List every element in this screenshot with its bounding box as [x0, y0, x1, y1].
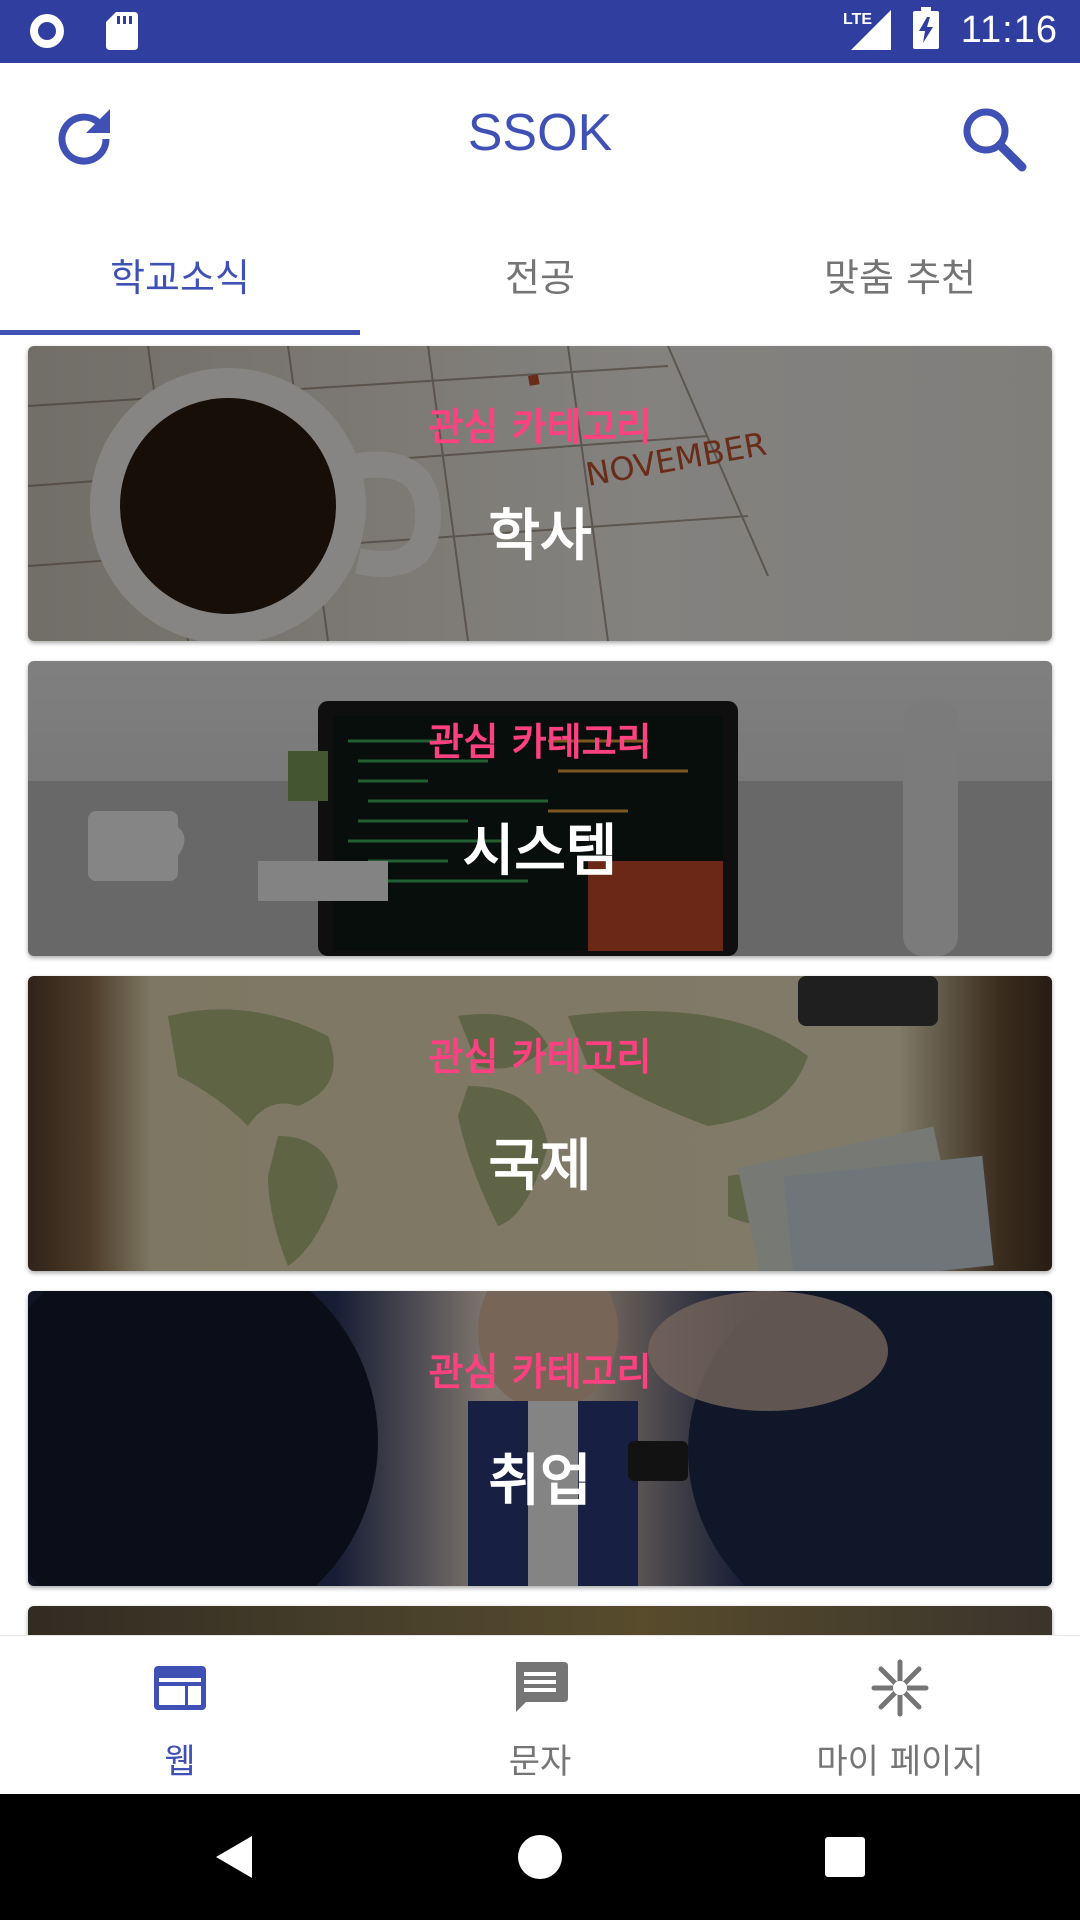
category-card[interactable]: 관심 카테고리 국제	[28, 976, 1052, 1271]
nav-message-label: 문자	[508, 1742, 572, 1782]
status-bar: LTE 11:16	[0, 0, 1080, 63]
back-button[interactable]	[210, 1832, 260, 1886]
nav-web-label: 웹	[164, 1742, 196, 1782]
record-icon	[28, 12, 66, 54]
status-time: 11:16	[960, 8, 1058, 51]
back-triangle-icon	[216, 1836, 252, 1878]
recents-button[interactable]	[820, 1832, 870, 1886]
system-navigation-bar	[0, 1794, 1080, 1920]
tab-recommend[interactable]: 맞춤 추천	[720, 213, 1080, 335]
card-subtitle: 관심 카테고리	[428, 1035, 652, 1079]
home-button[interactable]	[515, 1832, 565, 1886]
card-subtitle: 관심 카테고리	[428, 720, 652, 764]
message-icon	[516, 1662, 568, 1712]
card-title: 국제	[488, 1134, 592, 1199]
search-icon	[963, 108, 1027, 172]
card-title: 시스템	[462, 819, 618, 884]
app-bar: SSOK	[0, 63, 1080, 213]
tab-major[interactable]: 전공	[360, 213, 720, 335]
recents-square-icon	[825, 1837, 865, 1877]
nav-web[interactable]: 웹	[0, 1636, 360, 1794]
tab-school-news[interactable]: 학교소식	[0, 213, 360, 335]
category-list: NOVEMBER 관심 카테고리 학사 관심 카테고리 시스템 관심 카테고리 …	[0, 335, 1080, 1635]
card-overlay	[28, 1606, 1052, 1635]
asterisk-icon	[871, 1659, 929, 1717]
bottom-navigation: 웹 문자 마이 페이지	[0, 1635, 1080, 1794]
nav-message[interactable]: 문자	[360, 1636, 720, 1794]
card-subtitle: 관심 카테고리	[428, 1350, 652, 1394]
app-title: SSOK	[467, 104, 613, 162]
web-icon	[154, 1666, 206, 1710]
category-card-partial[interactable]	[28, 1606, 1052, 1635]
card-title: 학사	[488, 504, 592, 569]
nav-my-page[interactable]: 마이 페이지	[720, 1636, 1080, 1794]
category-card[interactable]: NOVEMBER 관심 카테고리 학사	[28, 346, 1052, 641]
network-type-label: LTE	[843, 11, 872, 28]
card-title: 취업	[488, 1449, 592, 1514]
category-card[interactable]: 관심 카테고리 시스템	[28, 661, 1052, 956]
home-circle-icon	[518, 1835, 562, 1879]
card-subtitle: 관심 카테고리	[428, 405, 652, 449]
signal-icon: LTE	[843, 6, 891, 54]
nav-my-page-label: 마이 페이지	[816, 1742, 984, 1782]
sd-card-icon	[106, 12, 138, 54]
battery-charging-icon	[912, 7, 939, 53]
category-card[interactable]: 관심 카테고리 취업	[28, 1291, 1052, 1586]
tab-bar: 학교소식 전공 맞춤 추천	[0, 213, 1080, 335]
search-button[interactable]	[956, 101, 1032, 177]
